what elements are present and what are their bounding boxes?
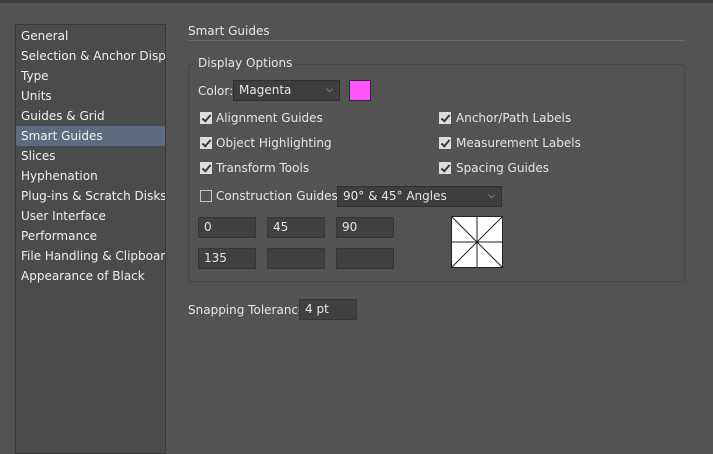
angle-field-6[interactable] (336, 248, 394, 269)
color-dropdown[interactable]: Magenta ⌵ (233, 80, 340, 101)
measurement-labels-checkbox[interactable] (439, 137, 451, 149)
snapping-tolerance-field[interactable]: 4 pt (299, 299, 357, 320)
color-dropdown-value: Magenta (239, 83, 292, 97)
color-swatch[interactable] (349, 80, 371, 101)
sidebar-item-appearance-of-black[interactable]: Appearance of Black (16, 266, 165, 286)
sidebar-item-type[interactable]: Type (16, 66, 165, 86)
transform-tools-label: Transform Tools (216, 161, 310, 175)
sidebar-item-hyphenation[interactable]: Hyphenation (16, 166, 165, 186)
sidebar-item-plugins-scratch-disks[interactable]: Plug-ins & Scratch Disks (16, 186, 165, 206)
sidebar-item-guides-grid[interactable]: Guides & Grid (16, 106, 165, 126)
angle-field-3[interactable]: 90 (336, 217, 394, 238)
angle-field-5[interactable] (267, 248, 325, 269)
transform-tools-checkbox[interactable] (200, 162, 212, 174)
chevron-down-icon: ⌵ (326, 85, 333, 95)
sidebar-item-smart-guides[interactable]: Smart Guides (16, 126, 165, 146)
object-highlighting-checkbox[interactable] (200, 137, 212, 149)
anchor-path-labels-label: Anchor/Path Labels (456, 111, 572, 125)
sidebar-item-selection-anchor-display[interactable]: Selection & Anchor Display (16, 46, 165, 66)
alignment-guides-label: Alignment Guides (216, 111, 323, 125)
section-title: Smart Guides (188, 24, 270, 38)
object-highlighting-label: Object Highlighting (216, 136, 332, 150)
display-options-legend: Display Options (194, 56, 297, 70)
construction-angles-dropdown[interactable]: 90° & 45° Angles ⌵ (337, 186, 502, 207)
construction-guides-checkbox[interactable] (200, 190, 212, 202)
sidebar-item-file-handling-clipboard[interactable]: File Handling & Clipboard (16, 246, 165, 266)
sidebar-item-performance[interactable]: Performance (16, 226, 165, 246)
snapping-tolerance-label: Snapping Tolerance: (188, 303, 310, 317)
sidebar-item-general[interactable]: General (16, 26, 165, 46)
angle-field-2[interactable]: 45 (267, 217, 325, 238)
measurement-labels-label: Measurement Labels (456, 136, 581, 150)
preferences-sidebar: General Selection & Anchor Display Type … (15, 24, 166, 454)
title-divider (188, 40, 685, 41)
construction-guides-label: Construction Guides: (216, 189, 342, 203)
angle-field-4[interactable]: 135 (198, 248, 256, 269)
alignment-guides-checkbox[interactable] (200, 112, 212, 124)
angle-preview-icon (451, 216, 503, 268)
anchor-path-labels-checkbox[interactable] (439, 112, 451, 124)
sidebar-item-slices[interactable]: Slices (16, 146, 165, 166)
window-top-edge (0, 0, 713, 3)
construction-angles-value: 90° & 45° Angles (343, 189, 447, 203)
chevron-down-icon: ⌵ (488, 191, 495, 201)
sidebar-item-units[interactable]: Units (16, 86, 165, 106)
spacing-guides-checkbox[interactable] (439, 162, 451, 174)
color-label: Color: (198, 84, 234, 98)
spacing-guides-label: Spacing Guides (456, 161, 550, 175)
angle-field-1[interactable]: 0 (198, 217, 256, 238)
sidebar-item-user-interface[interactable]: User Interface (16, 206, 165, 226)
